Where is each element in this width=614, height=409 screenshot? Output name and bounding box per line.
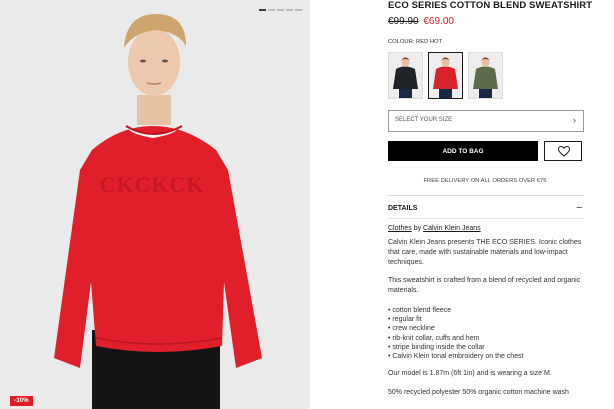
discount-badge: -30% [10, 396, 33, 406]
heart-icon [558, 146, 570, 157]
details-heading[interactable]: DETAILS [388, 205, 417, 212]
feature-item: Calvin Klein tonal embroidery on the che… [388, 352, 523, 361]
product-info-panel: ECO SERIES COTTON BLEND SWEATSHIRT €99.9… [388, 0, 592, 409]
product-image-gallery[interactable]: CKCKCK -30% [0, 0, 310, 409]
product-photo: CKCKCK [0, 0, 310, 409]
feature-item: cotton blend fleece [388, 306, 524, 315]
gallery-pagination-dots[interactable] [259, 9, 302, 11]
wishlist-button[interactable] [544, 141, 582, 161]
feature-list: cotton blend fleeceregular fitcrew neckl… [388, 306, 524, 361]
sale-price: €69.00 [423, 16, 454, 27]
add-to-bag-button[interactable]: ADD TO BAG [388, 141, 538, 161]
delivery-note: FREE DELIVERY ON ALL ORDERS OVER €75 [423, 178, 547, 184]
colour-swatch-olive[interactable] [468, 52, 503, 99]
model-note: Our model is 1.87m (6ft 1in) and is wear… [388, 370, 552, 377]
colour-swatch-black[interactable] [388, 52, 423, 99]
feature-item: crew neckline [388, 324, 524, 333]
description-fabric: This sweatshirt is crafted from a blend … [388, 277, 581, 294]
feature-item: stripe binding inside the collar [388, 343, 524, 352]
size-select-placeholder: SELECT YOUR SIZE [395, 117, 453, 123]
feature-item: regular fit [388, 315, 524, 324]
gallery-dot[interactable] [277, 9, 284, 11]
gallery-dot[interactable] [259, 9, 266, 11]
feature-item: rib-knit collar, cuffs and hem [388, 334, 524, 343]
description-intro: Calvin Klein Jeans presents THE ECO SERI… [388, 239, 582, 266]
category-link[interactable]: Clothes [388, 225, 412, 232]
colour-swatches [388, 52, 503, 99]
breadcrumb-by: by [413, 225, 422, 232]
gallery-dot[interactable] [286, 9, 293, 11]
composition: 50% recycled polyester 50% organic cotto… [388, 389, 569, 396]
original-price: €99.90 [388, 16, 419, 27]
category-breadcrumb: Clothes by Calvin Klein Jeans [388, 225, 481, 232]
colour-label: COLOUR: RED HOT [388, 39, 443, 45]
chevron-right-icon: › [573, 115, 576, 125]
price-block: €99.90 €69.00 [388, 16, 454, 27]
product-title: ECO SERIES COTTON BLEND SWEATSHIRT [388, 0, 593, 11]
colour-swatch-red[interactable] [428, 52, 463, 99]
divider [388, 195, 584, 196]
divider [388, 218, 584, 219]
brand-link[interactable]: Calvin Klein Jeans [423, 225, 481, 232]
gallery-dot[interactable] [268, 9, 275, 11]
gallery-dot[interactable] [295, 9, 302, 11]
size-select[interactable]: SELECT YOUR SIZE › [388, 110, 584, 132]
collapse-minus-icon[interactable]: – [576, 202, 582, 213]
embroidery-text: CKCKCK [100, 172, 205, 197]
